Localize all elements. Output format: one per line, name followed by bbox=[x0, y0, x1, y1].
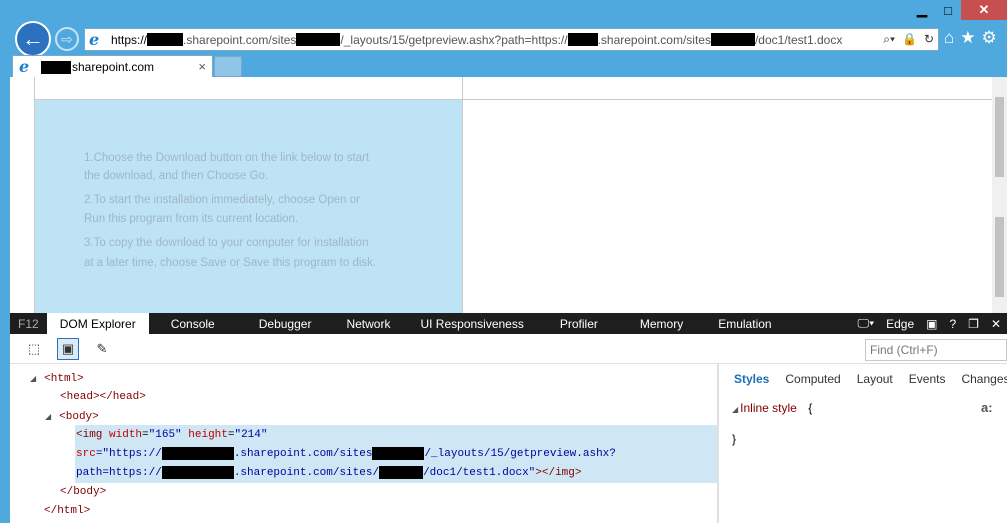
find-input[interactable]: Find (Ctrl+F) bbox=[865, 339, 1007, 361]
preview-line: 2.To start the installation immediately,… bbox=[84, 194, 360, 206]
redacted-block bbox=[41, 60, 71, 74]
dom-node-body-close[interactable]: </body> bbox=[60, 483, 106, 502]
close-devtools-icon[interactable]: ✕ bbox=[991, 317, 1001, 331]
tab-console[interactable]: Console bbox=[149, 313, 237, 334]
preview-line: 3.To copy the download to your computer … bbox=[84, 237, 369, 249]
scrollbar-thumb[interactable] bbox=[995, 97, 1004, 177]
close-window-button[interactable]: ✕ bbox=[961, 0, 1007, 20]
back-button[interactable]: ← bbox=[15, 21, 51, 57]
redacted-block bbox=[296, 33, 341, 46]
devtools-tabbar: F12 DOM Explorer Console Debugger Networ… bbox=[10, 313, 1007, 334]
tab-emulation[interactable]: Emulation bbox=[706, 313, 783, 334]
search-dropdown-icon[interactable]: ⌕▾ bbox=[883, 32, 895, 47]
redacted-block bbox=[161, 446, 234, 460]
browser-tab[interactable]: e sharepoint.com × bbox=[12, 55, 213, 78]
dom-node-html[interactable]: ◢ <html> bbox=[30, 369, 84, 388]
document-preview: 1.Choose the Download button on the link… bbox=[35, 100, 462, 313]
ie-page-icon: e bbox=[89, 29, 100, 49]
tab-network[interactable]: Network bbox=[333, 313, 403, 334]
dom-node-head[interactable]: <head></head> bbox=[60, 388, 146, 407]
url-part-2: .sharepoint.com/sites bbox=[183, 32, 297, 47]
redacted-block bbox=[379, 465, 424, 479]
preview-line: Run this program from its current locati… bbox=[84, 213, 299, 225]
color-picker-icon[interactable]: ✎ bbox=[91, 338, 113, 360]
redacted-block bbox=[710, 33, 755, 46]
table-border bbox=[462, 77, 463, 313]
tab-layout[interactable]: Layout bbox=[849, 372, 901, 386]
styles-tabbar: Styles Computed Layout Events Changes bbox=[719, 364, 1007, 394]
page-scrollbar[interactable] bbox=[992, 77, 1007, 313]
redacted-block bbox=[567, 33, 598, 46]
maximize-button[interactable]: □ bbox=[935, 0, 961, 20]
browser-toolbar-icons: ⌂ ★ ⚙ bbox=[944, 28, 997, 48]
tab-title: sharepoint.com bbox=[72, 60, 155, 74]
address-tools: ⌕▾ 🔒 ↻ bbox=[883, 32, 934, 47]
monitor-icon[interactable]: 🖵▾ bbox=[858, 316, 875, 331]
tab-dom-explorer[interactable]: DOM Explorer bbox=[46, 313, 149, 334]
inline-style-row[interactable]: ◢ Inline style { bbox=[732, 401, 812, 415]
select-element-icon[interactable]: ⬚ bbox=[23, 338, 45, 360]
favorites-star-icon[interactable]: ★ bbox=[960, 28, 975, 48]
new-tab-button[interactable] bbox=[214, 56, 242, 77]
devtools-controls: 🖵▾ Edge ▣ ? ❐ ✕ bbox=[858, 313, 1007, 334]
url-part-4: .sharepoint.com/sites bbox=[597, 32, 711, 47]
preview-line: the download, and then Choose Go. bbox=[84, 170, 269, 182]
lock-icon[interactable]: 🔒 bbox=[902, 32, 917, 47]
expand-triangle-icon[interactable]: ◢ bbox=[732, 405, 738, 414]
tab-memory[interactable]: Memory bbox=[617, 313, 706, 334]
scrollbar-thumb[interactable] bbox=[995, 217, 1004, 297]
url-part-3: /_layouts/15/getpreview.ashx?path=https:… bbox=[340, 32, 568, 47]
dom-node-body[interactable]: ◢ <body> bbox=[45, 407, 99, 426]
tab-events[interactable]: Events bbox=[901, 372, 954, 386]
minimize-button[interactable]: ▁ bbox=[909, 0, 935, 20]
redacted-block bbox=[161, 465, 234, 479]
dom-node-html-close[interactable]: </html> bbox=[44, 502, 90, 521]
dom-node-img[interactable]: <img width="165" height="214" bbox=[76, 426, 268, 445]
dom-tree: ◢ <html> <head></head> ◢ <body> <img width… bbox=[10, 364, 717, 523]
dom-node-img-src[interactable]: src="https://.sharepoint.com/sites/_layo… bbox=[76, 445, 616, 464]
highlight-toggle-icon[interactable]: ▣ bbox=[57, 338, 79, 360]
tab-computed[interactable]: Computed bbox=[777, 372, 848, 386]
document-mode[interactable]: Edge bbox=[886, 317, 914, 331]
help-icon[interactable]: ? bbox=[949, 317, 956, 331]
close-brace: } bbox=[732, 432, 737, 446]
home-icon[interactable]: ⌂ bbox=[944, 28, 954, 48]
preview-line: at a later time, choose Save or Save thi… bbox=[84, 257, 377, 269]
console-toggle-icon[interactable]: ▣ bbox=[926, 317, 937, 331]
undock-icon[interactable]: ❐ bbox=[968, 317, 979, 331]
address-bar[interactable]: e https:// .sharepoint.com/sites /_layou… bbox=[84, 28, 939, 51]
expand-triangle-icon[interactable]: ◢ bbox=[45, 412, 51, 421]
tab-changes[interactable]: Changes bbox=[953, 372, 1007, 386]
url-part-1: https:// bbox=[111, 32, 148, 47]
tab-ui-responsiveness[interactable]: UI Responsiveness bbox=[403, 313, 540, 334]
tab-close-button[interactable]: × bbox=[198, 59, 206, 74]
window-left-edge bbox=[0, 0, 10, 523]
redacted-block bbox=[147, 33, 184, 46]
tab-styles[interactable]: Styles bbox=[719, 372, 777, 386]
window-controls: ▁ □ ✕ bbox=[909, 0, 1007, 22]
ie-tab-icon: e bbox=[19, 57, 30, 76]
dom-node-img-path[interactable]: path=https://.sharepoint.com/sites//doc1… bbox=[76, 464, 582, 483]
styles-pane: Styles Computed Layout Events Changes ◢ I… bbox=[719, 364, 1007, 523]
redacted-block bbox=[372, 446, 425, 460]
f12-label: F12 bbox=[18, 316, 39, 331]
forward-button[interactable]: ⇨ bbox=[55, 27, 79, 51]
font-style-icon[interactable]: a: bbox=[981, 400, 993, 415]
tab-debugger[interactable]: Debugger bbox=[237, 313, 334, 334]
tab-profiler[interactable]: Profiler bbox=[541, 313, 617, 334]
url-part-5: /doc1/test1.docx bbox=[754, 32, 843, 47]
settings-gear-icon[interactable]: ⚙ bbox=[982, 28, 997, 48]
expand-triangle-icon[interactable]: ◢ bbox=[30, 374, 36, 383]
dom-toolbar: ⬚ ▣ ✎ bbox=[10, 334, 1007, 364]
refresh-icon[interactable]: ↻ bbox=[924, 32, 934, 47]
